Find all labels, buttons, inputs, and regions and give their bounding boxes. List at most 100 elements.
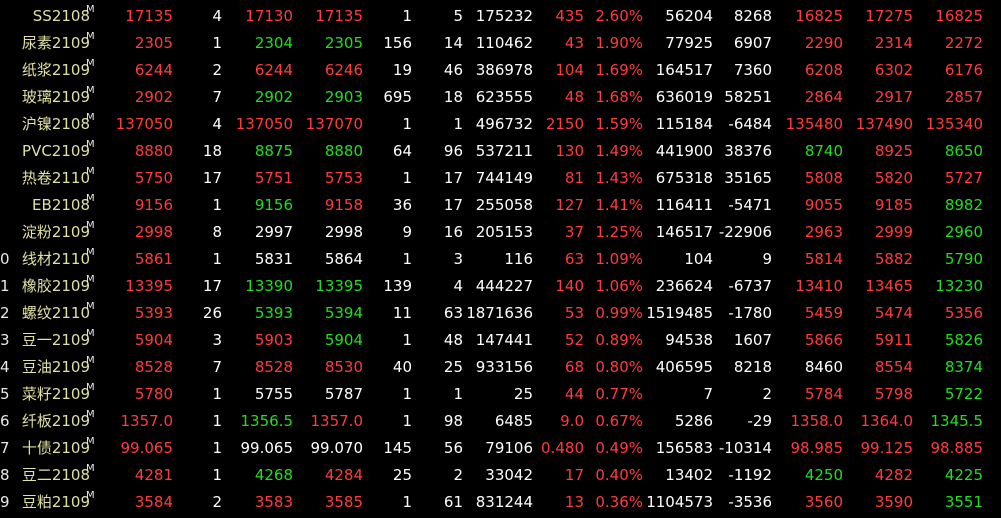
table-row[interactable]: 7 十债2109 M 99.065 1 99.065 99.070 145 56 79106 0.4…: [0, 435, 1001, 462]
table-row[interactable]: 4 豆油2109 M 8528 7 8528 8530 40 25 933156 68 0.80% 40…: [0, 354, 1001, 381]
cell-oichg: -22906: [718, 223, 772, 241]
cell-oichg: 8218: [733, 358, 772, 376]
table-row[interactable]: 3 豆一2109 M 5904 3 5903 5904 1 48 147441 52 0.89% 945…: [0, 327, 1001, 354]
contract-name: 淀粉2109: [21, 223, 90, 241]
cell-cur: 8: [212, 223, 222, 241]
cell-open: 5866: [804, 331, 843, 349]
cell-bidv: 1: [402, 115, 412, 133]
cell-open: 135480: [785, 115, 843, 133]
cell-chg: 0.480: [541, 439, 584, 457]
cell-askv: 46: [443, 61, 463, 79]
table-row[interactable]: 6 纤板2109 M 1357.0 1 1356.5 1357.0 1 98 6485 9.0 0.6…: [0, 408, 1001, 435]
cell-ask: 2998: [324, 223, 363, 241]
table-row[interactable]: 淀粉2109 M 2998 8 2997 2998 9 16 205153 37 1.25% 1465…: [0, 219, 1001, 246]
table-row[interactable]: 1 橡胶2109 M 13395 17 13390 13395 139 4 444227 140 1.…: [0, 273, 1001, 300]
contract-name: 豆一2109: [21, 331, 90, 349]
cell-vol: 25: [513, 385, 533, 403]
cell-bidv: 156: [383, 34, 412, 52]
cell-vol: 496732: [475, 115, 533, 133]
cell-last: 13395: [125, 277, 173, 295]
table-row[interactable]: EB2108 M 9156 1 9156 9158 36 17 255058 127 1.41% 11…: [0, 192, 1001, 219]
cell-high: 5798: [874, 385, 913, 403]
cell-cur: 26: [202, 304, 222, 322]
cell-cur: 3: [212, 331, 222, 349]
row-index: 0: [0, 250, 10, 268]
cell-bid: 5903: [254, 331, 293, 349]
cell-oichg: -1192: [728, 466, 772, 484]
cell-low: 5356: [944, 304, 983, 322]
cell-oichg: -1780: [728, 304, 772, 322]
cell-cur: 1: [212, 250, 222, 268]
cell-bidv: 145: [383, 439, 412, 457]
cell-open: 6208: [804, 61, 843, 79]
table-row[interactable]: 纸浆2109 M 6244 2 6244 6246 19 46 386978 104 1.69% 16…: [0, 57, 1001, 84]
cell-bidv: 1: [402, 331, 412, 349]
table-row[interactable]: 沪镍2108 M 137050 4 137050 137070 1 1 496732 2150 1.…: [0, 111, 1001, 138]
cell-vol: 744149: [475, 169, 533, 187]
table-row[interactable]: 5 菜籽2109 M 5780 1 5755 5787 1 1 25 44 0.77% 7 2 5784 57…: [0, 381, 1001, 408]
cell-chg: 435: [555, 7, 584, 25]
cell-cur: 17: [202, 169, 222, 187]
cell-bid: 2997: [254, 223, 293, 241]
cell-chg: 13: [564, 493, 584, 511]
cell-pct: 0.67%: [595, 412, 643, 430]
cell-oichg: 6907: [733, 34, 772, 52]
cell-oichg: 8268: [733, 7, 772, 25]
cell-ask: 6246: [324, 61, 363, 79]
cell-askv: 14: [443, 34, 463, 52]
table-row[interactable]: 玻璃2109 M 2902 7 2902 2903 695 18 623555 48 1.68% 63…: [0, 84, 1001, 111]
cell-open: 2290: [804, 34, 843, 52]
cell-askv: 48: [443, 331, 463, 349]
cell-oichg: 1607: [733, 331, 772, 349]
row-index: 4: [0, 358, 10, 376]
cell-low: 5727: [944, 169, 983, 187]
cell-bidv: 11: [392, 304, 412, 322]
cell-cur: 4: [212, 7, 222, 25]
cell-chg: 17: [564, 466, 584, 484]
cell-low: 5790: [944, 250, 983, 268]
cell-askv: 25: [443, 358, 463, 376]
cell-low: 2272: [944, 34, 983, 52]
contract-name: 豆二2108: [21, 466, 90, 484]
contract-name: 菜籽2109: [21, 385, 90, 403]
cell-bid: 5393: [254, 304, 293, 322]
cell-bidv: 19: [392, 61, 412, 79]
cell-last: 2305: [134, 34, 173, 52]
table-row[interactable]: PVC2109 M 8880 18 8875 8880 64 96 537211 130 1.49%…: [0, 138, 1001, 165]
cell-oi: 406595: [655, 358, 713, 376]
table-row[interactable]: SS2108 M 17135 4 17130 17135 1 5 175232 435 2.60% 5…: [0, 3, 1001, 30]
cell-bidv: 40: [392, 358, 412, 376]
contract-name: 纤板2109: [21, 412, 90, 430]
cell-vol: 386978: [475, 61, 533, 79]
cell-cur: 1: [212, 196, 222, 214]
cell-bidv: 1: [402, 385, 412, 403]
cell-open: 8740: [804, 142, 843, 160]
cell-pct: 0.89%: [595, 331, 643, 349]
cell-low: 135340: [925, 115, 983, 133]
table-row[interactable]: 尿素2109 M 2305 1 2304 2305 156 14 110462 43 1.90% 77…: [0, 30, 1001, 57]
cell-open: 2864: [804, 88, 843, 106]
cell-pct: 0.77%: [595, 385, 643, 403]
cell-oi: 146517: [655, 223, 713, 241]
table-row[interactable]: 热卷2110 M 5750 17 5751 5753 1 17 744149 81 1.43% 675…: [0, 165, 1001, 192]
cell-last: 3584: [134, 493, 173, 511]
cell-open: 9055: [804, 196, 843, 214]
table-row[interactable]: 9 豆粕2109 M 3584 2 3583 3585 1 61 831244 13 0.36% 110…: [0, 489, 1001, 516]
cell-cur: 1: [212, 466, 222, 484]
cell-bidv: 695: [383, 88, 412, 106]
cell-vol: 1871636: [466, 304, 533, 322]
table-row[interactable]: 0 线材2110 M 5861 1 5831 5864 1 3 116 63 1.09% 104 9 581…: [0, 246, 1001, 273]
cell-open: 8460: [804, 358, 843, 376]
cell-ask: 5753: [324, 169, 363, 187]
table-row[interactable]: 8 豆二2108 M 4281 1 4268 4284 25 2 33042 17 0.40% 1340…: [0, 462, 1001, 489]
table-row[interactable]: 2 螺纹2110 M 5393 26 5393 5394 11 63 1871636 53 0.99%…: [0, 300, 1001, 327]
cell-pct: 1.43%: [595, 169, 643, 187]
cell-ask: 8530: [324, 358, 363, 376]
cell-vol: 933156: [475, 358, 533, 376]
cell-bidv: 64: [392, 142, 412, 160]
cell-oi: 13402: [665, 466, 713, 484]
cell-vol: 79106: [485, 439, 533, 457]
cell-low: 3551: [944, 493, 983, 511]
cell-low: 6176: [944, 61, 983, 79]
cell-open: 2963: [804, 223, 843, 241]
